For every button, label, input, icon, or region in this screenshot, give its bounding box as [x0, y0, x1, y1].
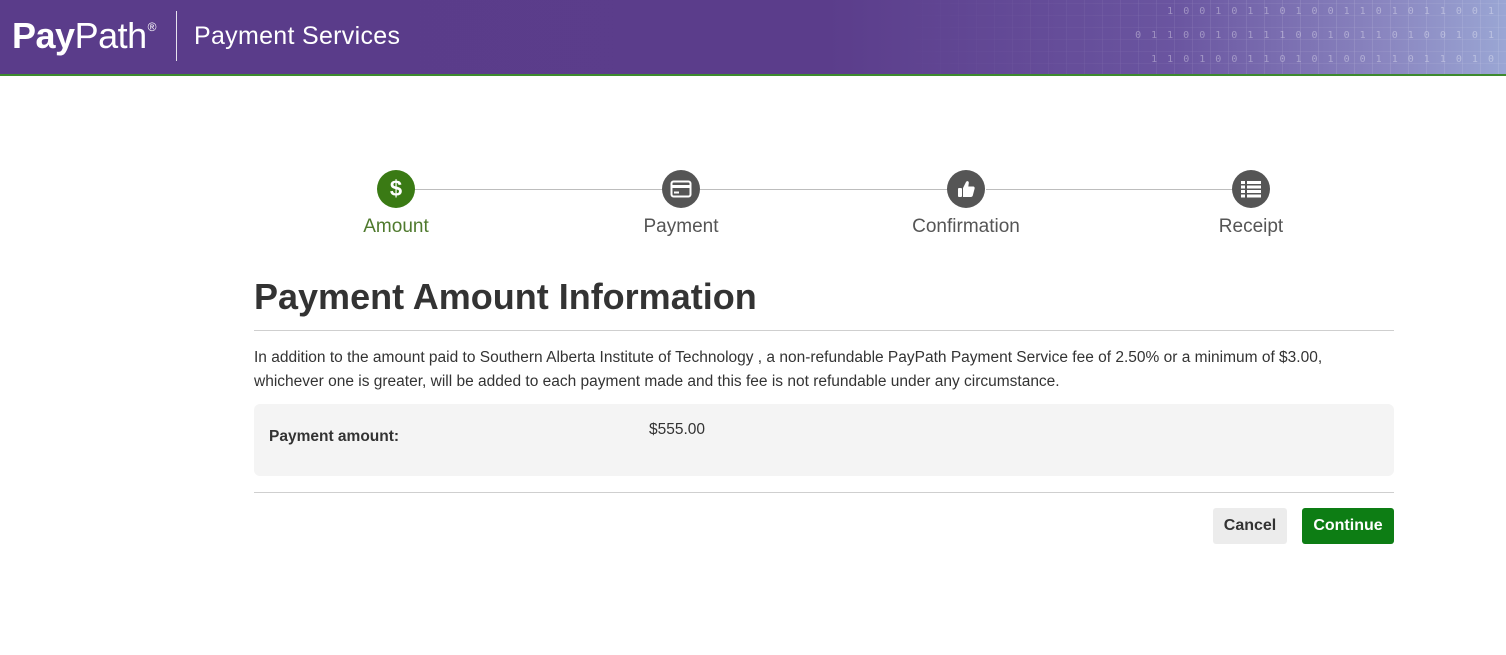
header-divider [176, 11, 177, 61]
payment-amount-label: Payment amount: [269, 428, 400, 445]
header-decorative-binary: 0 1 1 0 0 1 0 1 1 1 0 0 1 0 1 1 0 1 0 0 … [1135, 30, 1496, 41]
logo-registered-mark: ® [147, 20, 157, 34]
step-label: Payment [643, 216, 719, 237]
header-banner: 1 0 0 1 0 1 1 0 1 0 0 1 1 0 1 0 1 1 0 0 … [0, 0, 1506, 76]
progress-stepper: $ Amount Payment Confirmation Receipt [254, 170, 1394, 250]
header-decorative-binary: 1 1 0 1 0 0 1 1 0 1 0 1 0 0 1 1 0 1 1 0 … [1151, 54, 1496, 65]
payment-amount-panel: Payment amount: $555.00 [254, 404, 1394, 476]
thumbs-up-icon [947, 170, 985, 208]
header-subtitle: Payment Services [194, 22, 401, 50]
step-label: Receipt [1218, 216, 1284, 237]
dollar-icon: $ [377, 170, 415, 208]
list-icon [1232, 170, 1270, 208]
step-label: Amount [363, 216, 429, 237]
step-label: Confirmation [912, 216, 1020, 237]
step-receipt: Receipt [1151, 170, 1351, 238]
step-payment: Payment [581, 170, 781, 238]
logo-pay-text: Pay [12, 15, 75, 56]
continue-button[interactable]: Continue [1302, 508, 1394, 544]
credit-card-icon [662, 170, 700, 208]
cancel-button[interactable]: Cancel [1213, 508, 1287, 544]
step-amount: $ Amount [296, 170, 496, 238]
logo-path-text: Path [74, 15, 148, 56]
page-title: Payment Amount Information [254, 276, 757, 317]
header-decorative-binary: 1 0 0 1 0 1 1 0 1 0 0 1 1 0 1 0 1 1 0 0 … [1167, 6, 1496, 17]
step-confirmation: Confirmation [866, 170, 1066, 238]
paypath-logo[interactable]: Pay Path ® [12, 12, 156, 60]
svg-text:$: $ [390, 177, 402, 201]
actions-divider [254, 492, 1394, 493]
payment-amount-value: $555.00 [649, 421, 706, 438]
title-divider [254, 330, 1394, 331]
fee-info-text: In addition to the amount paid to Southe… [254, 349, 1323, 390]
